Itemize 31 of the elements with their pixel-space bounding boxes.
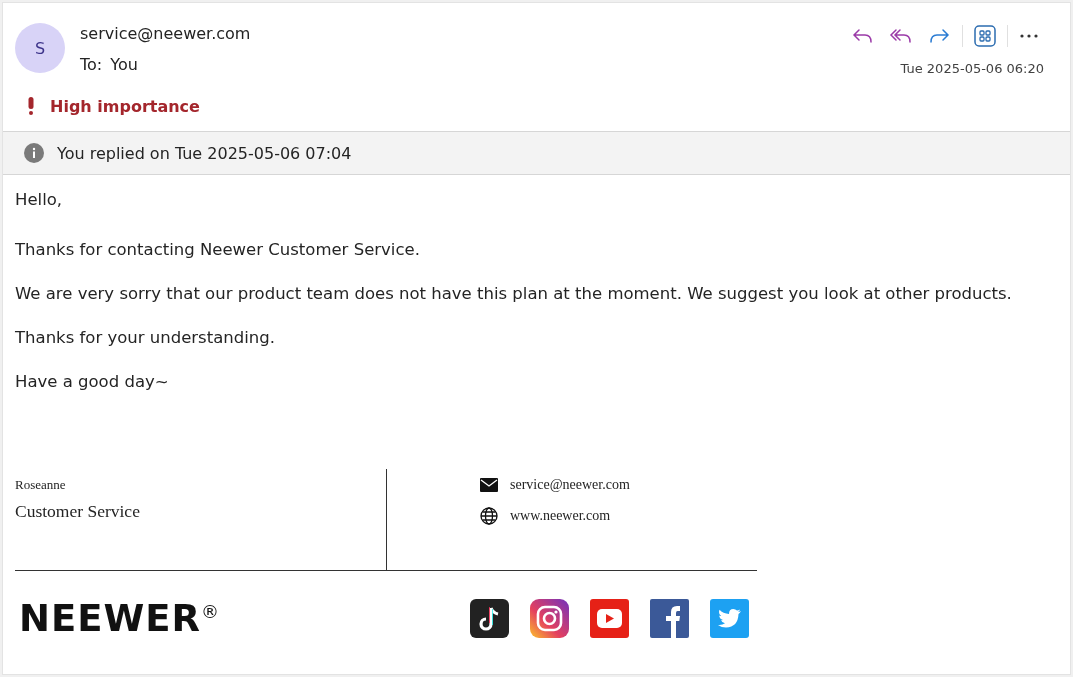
forward-arrow-icon xyxy=(927,26,951,46)
received-date: Tue 2025-05-06 06:20 xyxy=(900,61,1044,76)
instagram-icon[interactable] xyxy=(530,599,569,638)
youtube-icon[interactable] xyxy=(590,599,629,638)
sender-address[interactable]: service@neewer.com xyxy=(80,24,251,43)
apps-button[interactable] xyxy=(971,23,999,49)
double-arrow-icon xyxy=(889,26,913,46)
avatar: S xyxy=(15,23,65,73)
facebook-icon[interactable] xyxy=(650,599,689,638)
recipient: You xyxy=(110,55,138,74)
tiktok-icon[interactable] xyxy=(470,599,509,638)
body-paragraph: We are very sorry that our product team does not have this plan at the moment. We suggest you look at other products. xyxy=(15,283,1013,305)
grid-icon xyxy=(974,25,996,47)
body-paragraph: Have a good day~ xyxy=(15,371,170,393)
info-icon xyxy=(24,143,44,163)
contact-link[interactable]: www.neewer.com xyxy=(510,508,611,524)
body-paragraph: Thanks for your understanding. xyxy=(15,327,276,349)
reply-arrow-icon xyxy=(851,26,875,46)
signature-role: Customer Service xyxy=(15,501,141,522)
envelope-icon xyxy=(480,478,498,492)
body-paragraph: Thanks for contacting Neewer Customer Service. xyxy=(15,239,421,261)
importance-label: High importance xyxy=(50,96,200,116)
to-label: To: xyxy=(80,55,103,74)
contact-link[interactable]: service@neewer.com xyxy=(510,477,630,493)
bird-icon[interactable] xyxy=(710,599,749,638)
brand-logo: NEEWER$^{®}$ xyxy=(19,597,221,640)
signature-name: Roseanne xyxy=(15,477,67,493)
body-paragraph: Hello, xyxy=(15,189,64,211)
info-text: You replied on Tue 2025-05-06 07:04 xyxy=(57,143,352,163)
more-icon xyxy=(1019,33,1039,39)
globe-icon xyxy=(480,507,498,525)
